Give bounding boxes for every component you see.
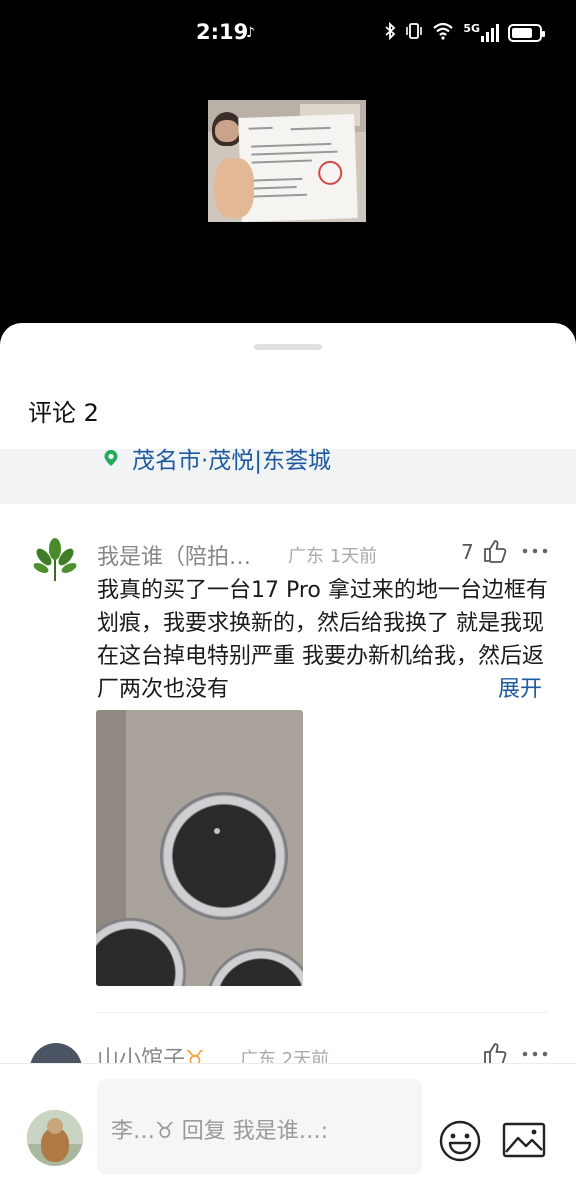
thumbs-up-icon[interactable] (482, 538, 508, 564)
location-bar[interactable]: 茂名市·茂悦|东荟城 (0, 448, 576, 504)
comments-title: 评论 2 (28, 399, 99, 427)
reply-bar: 李…♉ 回复 我是谁…: (0, 1063, 576, 1188)
comment-username[interactable]: 山小馆子♉ (97, 1041, 205, 1063)
vibrate-icon (405, 22, 423, 44)
image-icon[interactable] (502, 1122, 546, 1158)
comments-sheet: 评论 2 茂名市·茂悦|东荟城 我是谁（陪拍… 广东 1天前 7 我真的买了一台… (0, 323, 576, 1188)
emoji-icon[interactable] (438, 1119, 482, 1163)
tiktok-icon: ♪ (246, 25, 255, 41)
location-pin-icon (104, 450, 118, 466)
location-text[interactable]: 茂名市·茂悦|东荟城 (132, 441, 331, 475)
drag-handle[interactable] (254, 344, 322, 350)
video-thumbnail[interactable] (208, 100, 366, 222)
status-bar: 2:19 ♪ 5G (0, 0, 576, 68)
comment-text: 我真的买了一台17 Pro 拿过来的地一台边框有划痕，我要求换新的，然后给我换了… (97, 578, 548, 702)
comment-time: 1天前 (329, 546, 378, 567)
comment-item: 山小馆子♉ 广东 2天前 (0, 1023, 576, 1063)
bluetooth-icon (384, 21, 396, 44)
divider (96, 1012, 548, 1013)
battery-icon (508, 24, 545, 42)
more-icon[interactable] (522, 1051, 548, 1057)
avatar[interactable] (27, 1110, 83, 1166)
reply-input[interactable]: 李…♉ 回复 我是谁…: (97, 1079, 422, 1174)
wifi-icon (432, 22, 454, 44)
comment-photo[interactable] (96, 710, 303, 986)
status-time: 2:19 (196, 20, 249, 44)
video-player[interactable] (0, 68, 576, 338)
avatar[interactable] (30, 1043, 82, 1063)
comment-meta: 广东 2天前 (240, 1049, 330, 1063)
comment-region: 广东 (288, 546, 324, 567)
more-icon[interactable] (522, 548, 548, 554)
avatar[interactable] (32, 537, 78, 583)
comment-meta: 广东 1天前 (288, 542, 377, 568)
like-count: 7 (461, 540, 474, 564)
comment-username[interactable]: 我是谁（陪拍… (97, 539, 251, 571)
thumbs-up-icon[interactable] (482, 1041, 508, 1063)
status-icons: 5G (384, 21, 545, 44)
signal-icon (481, 24, 499, 42)
reply-placeholder: 李…♉ 回复 我是谁…: (111, 1119, 329, 1144)
expand-link[interactable]: 展开 (490, 673, 560, 706)
network-type: 5G (463, 21, 480, 35)
